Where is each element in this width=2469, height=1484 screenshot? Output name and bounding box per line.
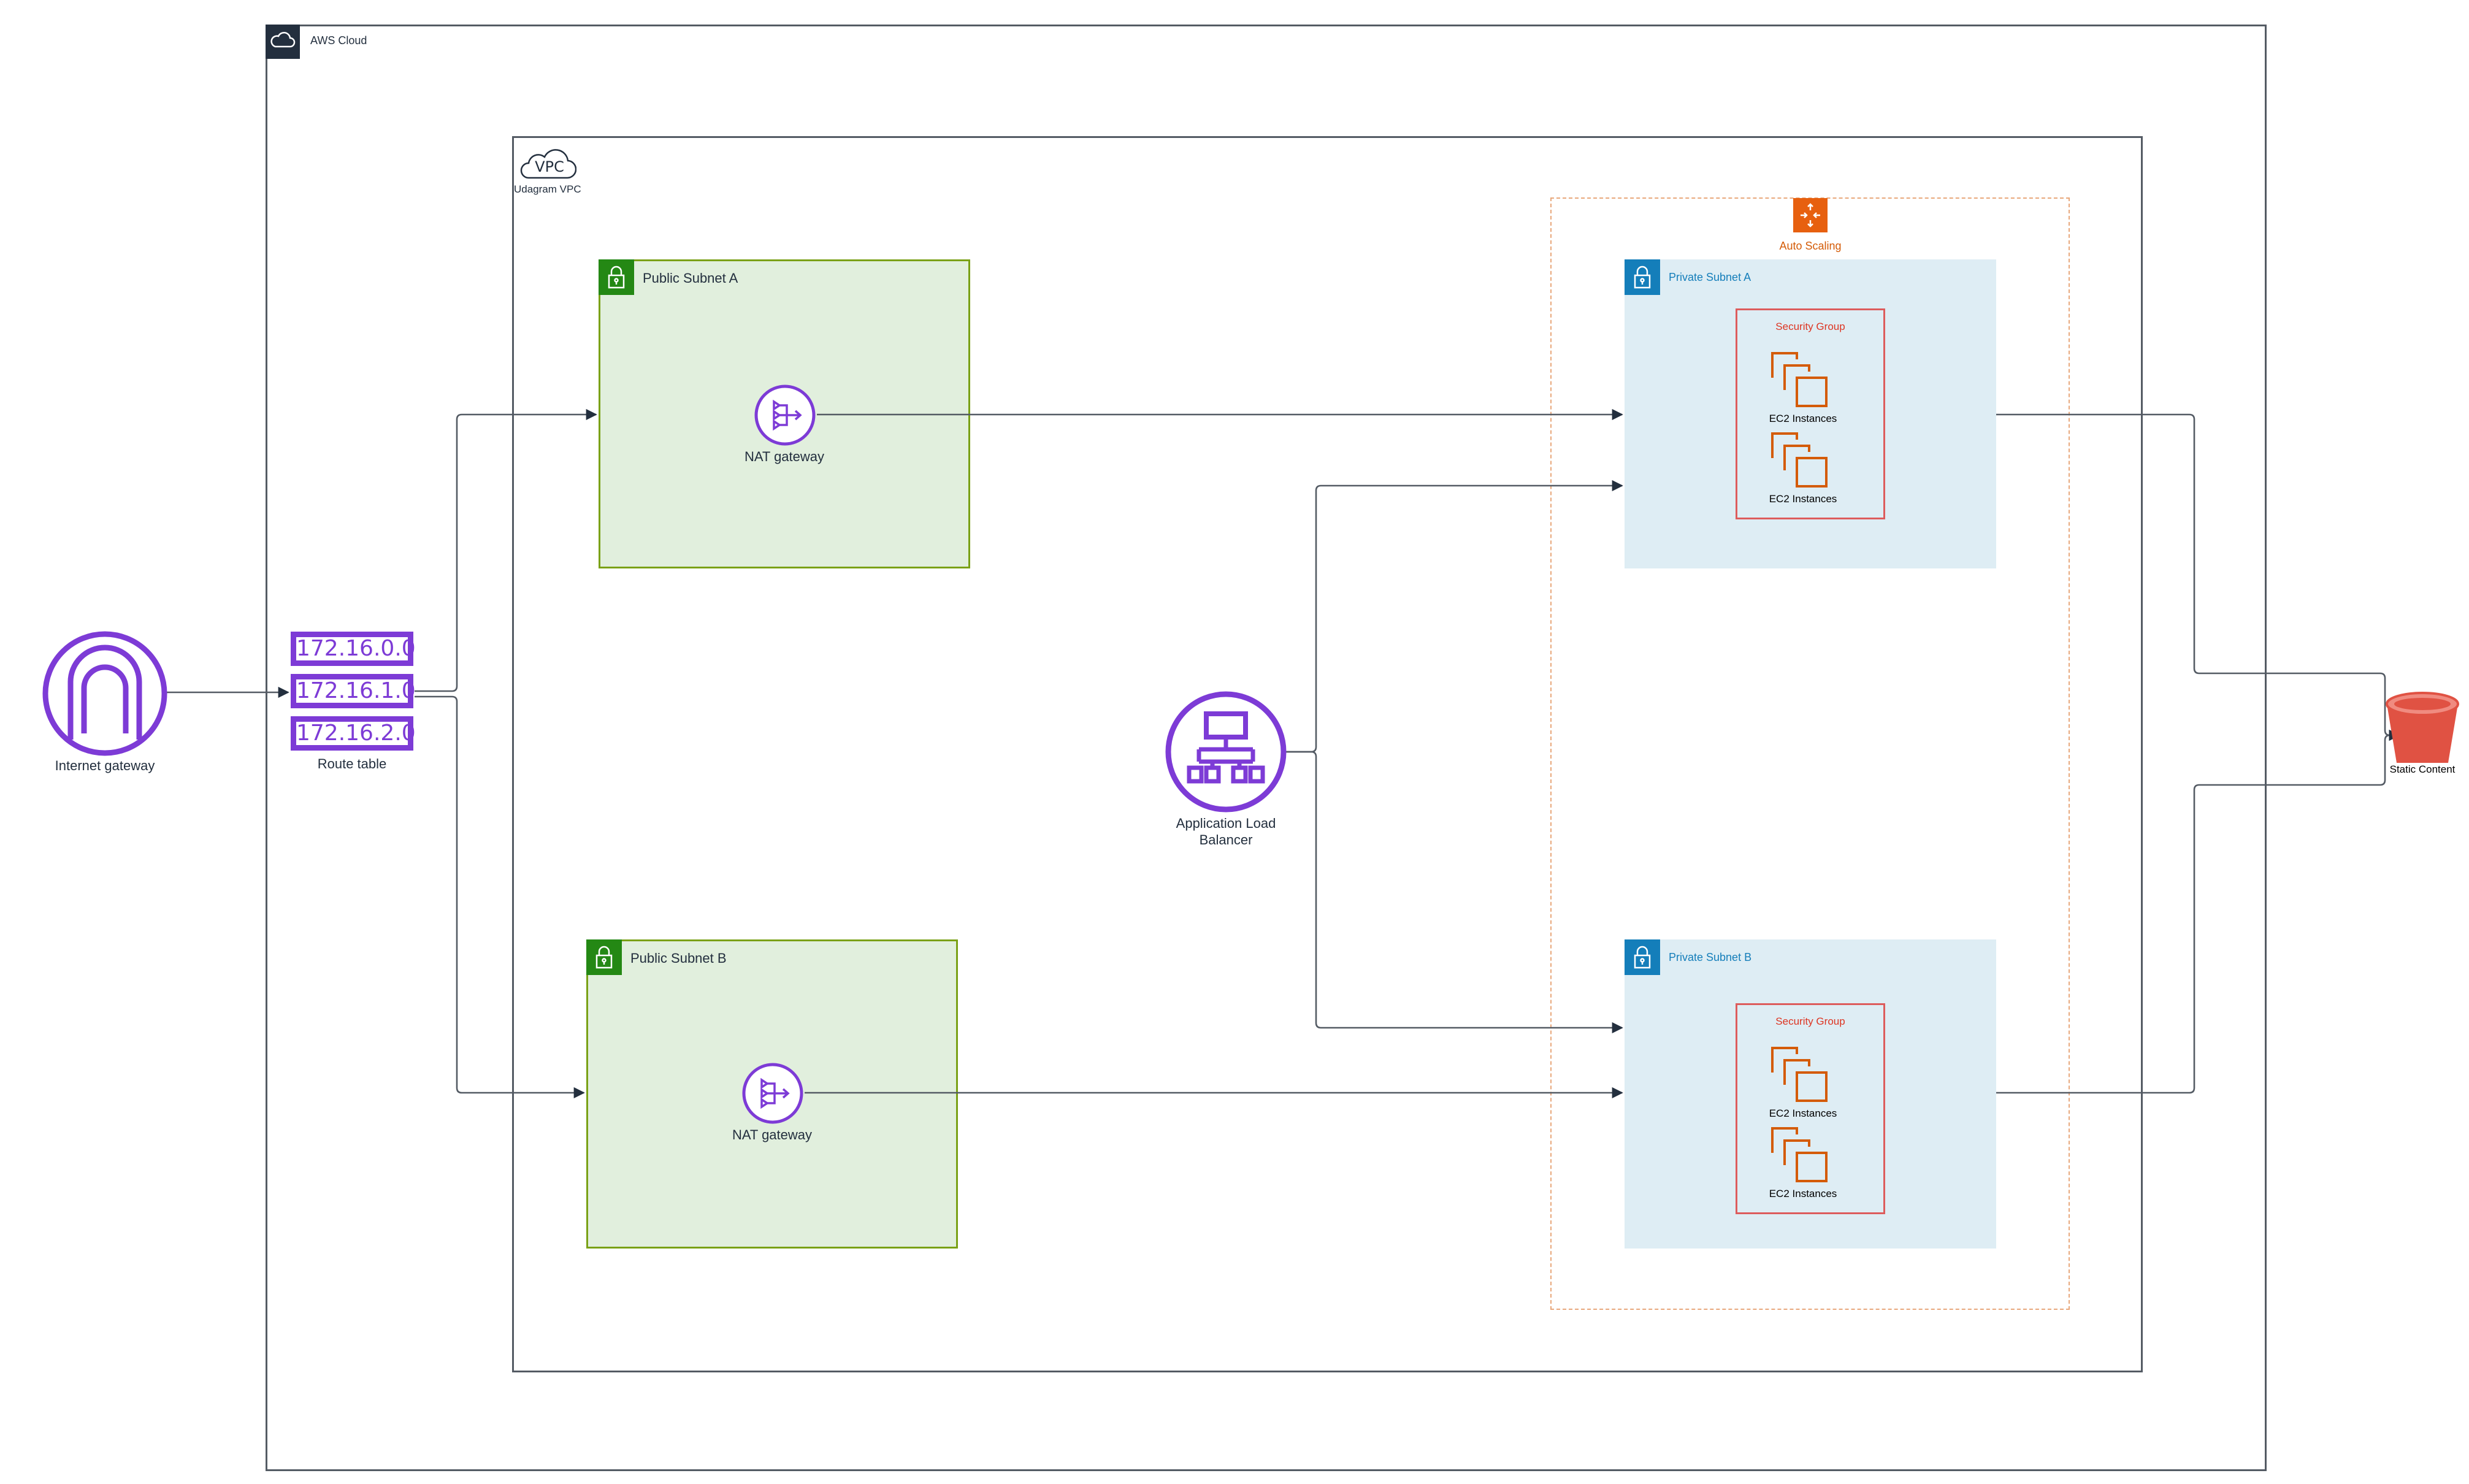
internet-gateway-label: Internet gateway (55, 758, 155, 773)
edge-private-b-to-s3 (1996, 729, 2400, 1094)
load-balancer-label-line1: Application Load (1176, 816, 1276, 831)
route-entry-3: 172.16.2.0 (291, 716, 416, 751)
edge-alb-to-private-b (1286, 751, 1623, 1034)
nat-gateway-icon (742, 1063, 803, 1124)
load-balancer-icon (1165, 691, 1287, 813)
nat-gateway-b-label: NAT gateway (732, 1127, 813, 1142)
route-entry-1: 172.16.0.0 (291, 632, 416, 666)
route-entry-2: 172.16.1.0 (291, 674, 416, 708)
s3-bucket-icon (2386, 692, 2459, 763)
load-balancer-label-line2: Balancer (1199, 832, 1253, 847)
static-content-label: Static Content (2389, 763, 2456, 775)
nat-gateway-a-label: NAT gateway (744, 449, 825, 464)
edge-route-to-public-b (415, 695, 585, 1099)
route-table-label: Route table (317, 756, 387, 771)
edge-private-a-to-s3 (1996, 413, 2400, 741)
nat-gateway-icon (754, 384, 816, 446)
edge-alb-to-private-a (1286, 480, 1623, 753)
edge-route-to-public-a (415, 408, 597, 692)
internet-gateway-icon (42, 631, 167, 756)
